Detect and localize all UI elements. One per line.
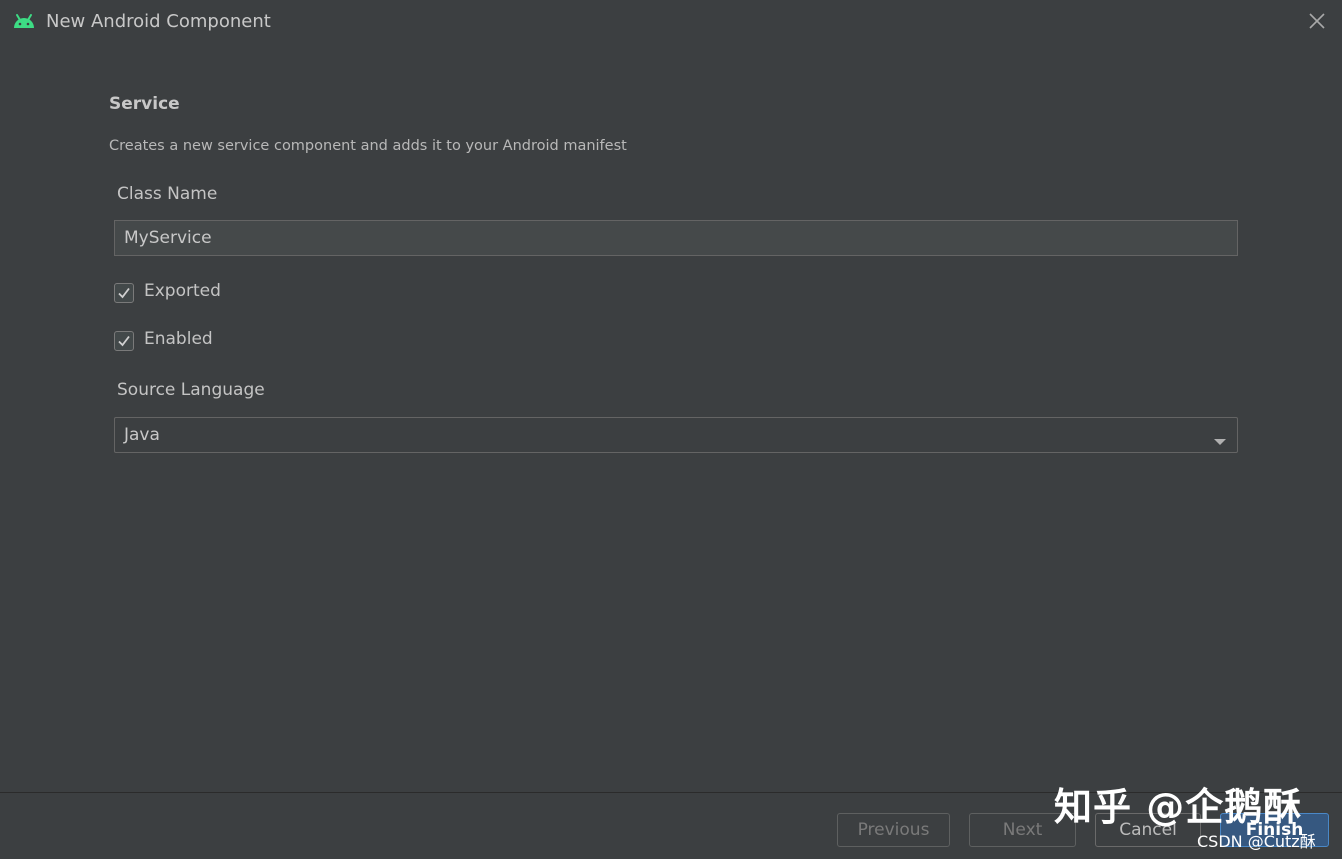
- class-name-label: Class Name: [117, 184, 218, 204]
- source-language-value: Java: [124, 425, 160, 445]
- checkmark-icon: [118, 287, 130, 299]
- android-icon: [12, 12, 36, 30]
- watermark-csdn: CSDN @Cutz酥: [1197, 832, 1316, 851]
- source-language-select[interactable]: Java: [114, 417, 1238, 453]
- form-panel: Service Creates a new service component …: [0, 44, 1342, 792]
- enabled-label: Enabled: [144, 329, 213, 349]
- title-bar: New Android Component: [0, 0, 1342, 44]
- source-language-label: Source Language: [117, 380, 265, 400]
- previous-button[interactable]: Previous: [837, 813, 950, 847]
- watermark-zhihu: 知乎 @企鹅酥: [1054, 785, 1303, 829]
- exported-checkbox[interactable]: [114, 283, 134, 303]
- section-description: Creates a new service component and adds…: [109, 138, 627, 154]
- window-title: New Android Component: [46, 11, 271, 32]
- enabled-checkbox[interactable]: [114, 331, 134, 351]
- class-name-input[interactable]: [114, 220, 1238, 256]
- close-icon[interactable]: [1306, 10, 1328, 32]
- exported-label: Exported: [144, 281, 221, 301]
- section-title: Service: [109, 94, 180, 114]
- chevron-down-icon: [1213, 431, 1227, 450]
- checkmark-icon: [118, 335, 130, 347]
